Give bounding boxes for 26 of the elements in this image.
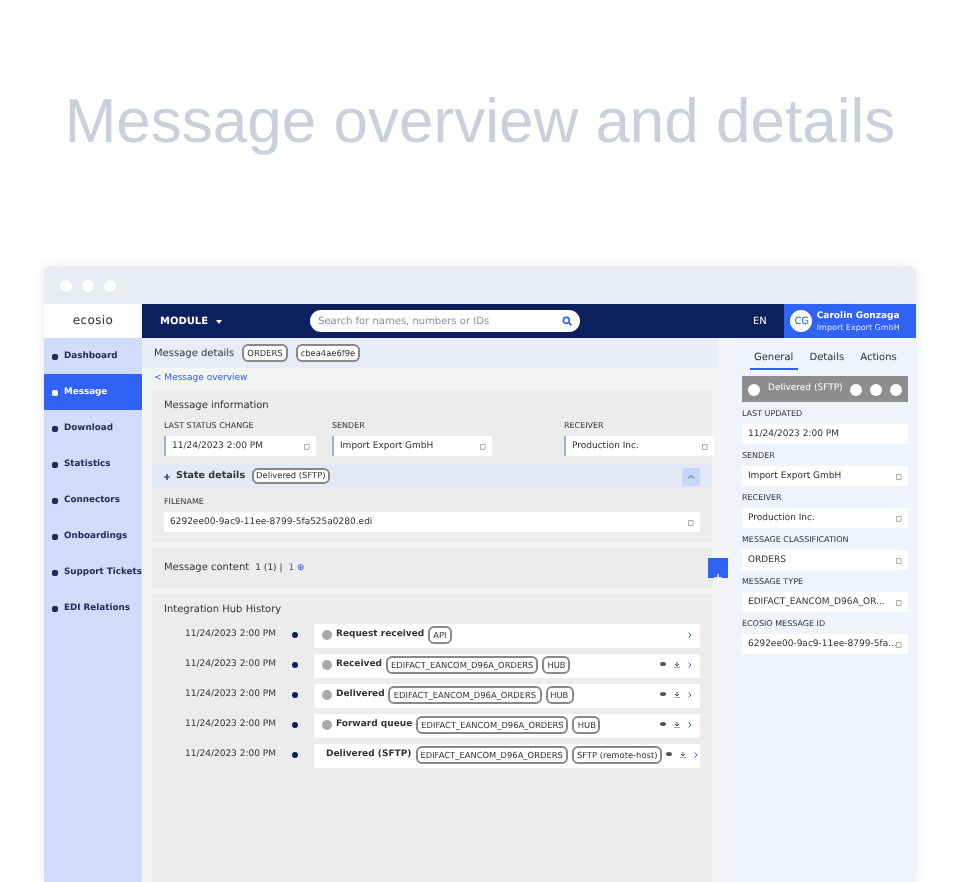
nav-icon [52,533,58,539]
step-icon [321,630,332,640]
timeline-node [291,722,298,728]
download-icon[interactable] [673,692,680,698]
step-icon [321,690,332,700]
nav-icon [52,425,58,431]
timeline-node [291,632,298,638]
status-icon [747,383,760,395]
search-icon [562,316,573,326]
nav-icon [52,353,58,359]
download-icon[interactable] [680,752,687,758]
timeline-node [291,752,298,758]
add-button[interactable] [707,558,728,578]
nav-icon [52,389,58,395]
plus-icon [163,473,170,479]
step-icon [321,660,332,670]
nav-icon [52,605,58,611]
nav-icon [52,461,58,467]
timeline-node [291,692,298,698]
download-icon[interactable] [673,662,680,668]
caret-icon [216,319,223,323]
nav-icon [52,497,58,503]
nav-icon [52,569,58,575]
download-icon[interactable] [673,722,680,728]
timeline-node [291,662,298,668]
step-icon [321,720,332,730]
